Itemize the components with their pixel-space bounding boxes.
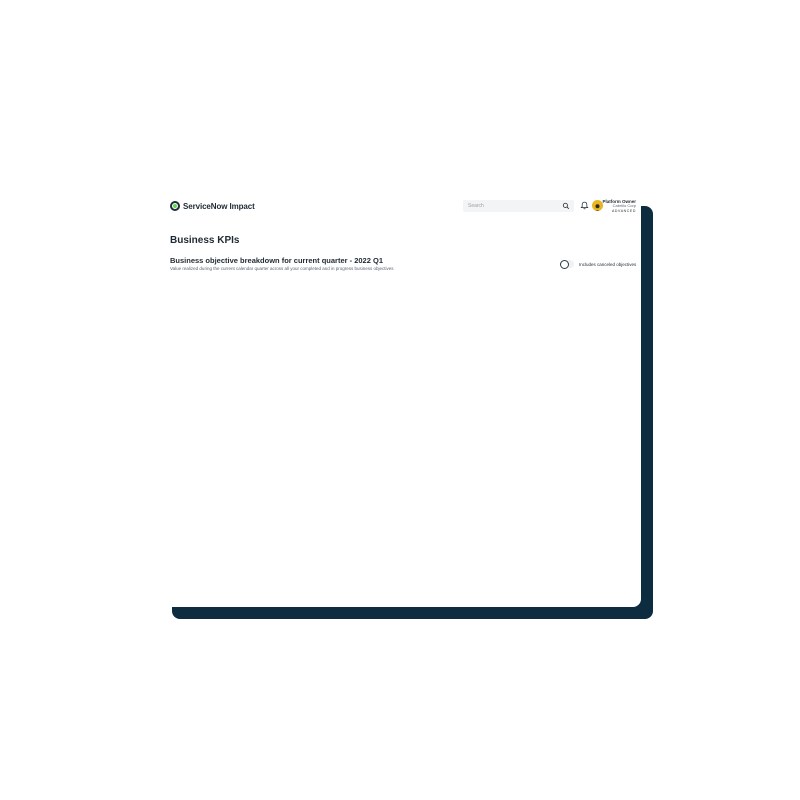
app-name: ServiceNow Impact: [183, 201, 255, 211]
brand[interactable]: ServiceNow Impact: [170, 201, 255, 211]
toggle-knob: [560, 260, 569, 269]
search-input[interactable]: Search: [468, 203, 562, 209]
section-title: Business objective breakdown for current…: [170, 256, 383, 265]
avatar[interactable]: [592, 200, 603, 211]
toggle-switch[interactable]: [560, 260, 574, 269]
logo-icon: [170, 201, 180, 211]
toggle-label: Includes canceled objectives: [579, 261, 637, 267]
page-title: Business KPIs: [170, 235, 240, 246]
search-bar[interactable]: Search: [463, 200, 574, 212]
user-tier: ADVANCED: [612, 209, 636, 214]
bell-icon[interactable]: [580, 201, 589, 210]
app-window: ServiceNow Impact Search Platform Owner …: [160, 194, 641, 607]
canceled-objectives-toggle[interactable]: Includes canceled objectives: [560, 260, 637, 269]
user-menu[interactable]: Platform Owner Cabrillo Corp ADVANCED: [602, 199, 636, 213]
section-subtitle: Value realized during the current calend…: [170, 266, 394, 271]
search-icon[interactable]: [562, 202, 570, 210]
